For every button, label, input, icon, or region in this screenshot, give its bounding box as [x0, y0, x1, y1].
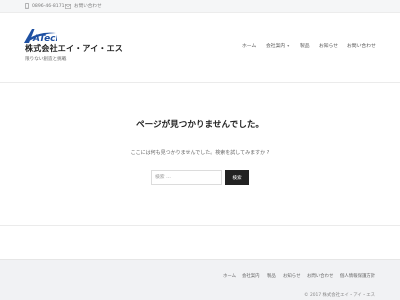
chevron-down-icon: ▾ [287, 43, 290, 48]
footer-link-contact[interactable]: お問い合わせ [307, 273, 333, 279]
site-tagline: 限りない創造と挑戦 [25, 57, 67, 62]
nav-item-home[interactable]: ホーム [242, 42, 256, 49]
topbar-contact-label: お問い合わせ [74, 4, 102, 9]
nav-item-contact[interactable]: お問い合わせ [347, 42, 376, 49]
company-name[interactable]: 株式会社エイ・アイ・エス [25, 43, 123, 54]
copyright: © 2017 株式会社エイ・アイ・エス [304, 293, 375, 298]
topbar-contact-link[interactable]: お問い合わせ [65, 3, 102, 9]
footer-link-company[interactable]: 会社案内 [242, 273, 260, 279]
nav-label: 製品 [300, 44, 310, 49]
nav-label: 会社案内 [266, 44, 286, 49]
search-input[interactable] [151, 170, 222, 185]
search-button[interactable]: 検索 [225, 170, 249, 185]
nav-item-company[interactable]: 会社案内 ▾ [266, 42, 289, 49]
footer-link-privacy[interactable]: 個人情報保護方針 [340, 273, 375, 279]
header-divider [0, 82, 400, 83]
nav-item-products[interactable]: 製品 [300, 42, 310, 49]
content-divider [0, 225, 400, 226]
mail-icon [65, 3, 71, 9]
nav-label: お知らせ [319, 44, 339, 49]
footer-link-home[interactable]: ホーム [223, 273, 236, 279]
footer-link-news[interactable]: お知らせ [283, 273, 300, 279]
page-title: ページが見つかりませんでした。 [135, 120, 265, 130]
nav-label: ホーム [242, 44, 257, 49]
not-found-message: ここには何も見つかりませんでした。検索を試してみますか ? [130, 150, 270, 156]
phone-number: 0896-46-8171 [32, 3, 65, 9]
top-bar: 0896-46-8171 お問い合わせ [0, 0, 400, 13]
nav-item-news[interactable]: お知らせ [319, 42, 338, 49]
footer: ホーム 会社案内 製品 お知らせ お問い合わせ 個人情報保護方針 © 2017 … [0, 259, 400, 300]
topbar-phone[interactable]: 0896-46-8171 [25, 3, 65, 9]
nav-label: お問い合わせ [347, 44, 376, 49]
phone-icon [25, 3, 29, 9]
footer-link-products[interactable]: 製品 [267, 273, 276, 279]
